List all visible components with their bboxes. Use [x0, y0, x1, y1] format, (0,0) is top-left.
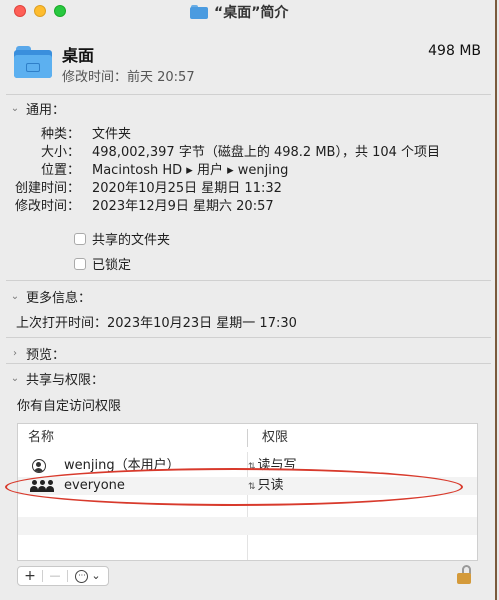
- checkbox-label: 共享的文件夹: [92, 233, 171, 248]
- zoom-button[interactable]: [54, 5, 66, 17]
- section-preview[interactable]: › 预览：: [10, 344, 65, 363]
- section-sharing-title: 共享与权限：: [26, 373, 105, 388]
- checkbox-box[interactable]: [74, 257, 86, 270]
- item-modified: 修改时间：前天 20:57: [62, 70, 195, 85]
- chevron-down-icon: ⌄: [10, 373, 20, 384]
- folder-icon: [190, 5, 208, 19]
- item-name: 桌面: [62, 46, 95, 65]
- section-preview-title: 预览：: [26, 348, 66, 363]
- info-row-kind: 种类： 文件夹: [0, 123, 497, 142]
- add-button[interactable]: +: [18, 567, 42, 585]
- info-label: 大小：: [40, 145, 80, 160]
- chevron-down-icon: ⌄: [10, 103, 20, 114]
- highlight-ellipse: [5, 468, 463, 506]
- info-label: 位置：: [40, 163, 80, 178]
- info-row-created: 创建时间： 2020年10月25日 星期日 11:32: [0, 177, 497, 196]
- column-separator: [247, 429, 248, 447]
- info-row-size: 大小： 498,002,397 字节（磁盘上的 498.2 MB），共 104 …: [0, 141, 497, 160]
- info-label: 创建时间：: [14, 181, 80, 196]
- info-value: 文件夹: [92, 127, 132, 142]
- info-header: 桌面 498 MB 修改时间：前天 20:57: [0, 30, 497, 90]
- chevron-right-icon: ›: [13, 348, 17, 359]
- locked-checkbox[interactable]: 已锁定: [74, 254, 131, 273]
- lock-icon[interactable]: [457, 565, 473, 585]
- column-header-name[interactable]: 名称: [28, 424, 54, 452]
- action-menu-button[interactable]: ··· ⌄: [68, 567, 108, 585]
- section-sharing[interactable]: ⌄ 共享与权限：: [10, 369, 104, 388]
- last-opened: 上次打开时间：2023年10月23日 星期一 17:30: [16, 316, 297, 331]
- close-button[interactable]: [14, 5, 26, 17]
- divider: [6, 280, 491, 281]
- window-title: “桌面”简介: [214, 5, 289, 21]
- access-note: 你有自定访问权限: [17, 399, 122, 414]
- section-general[interactable]: ⌄ 通用：: [10, 99, 65, 118]
- info-value: 498,002,397 字节（磁盘上的 498.2 MB），共 104 个项目: [92, 145, 441, 160]
- divider: [6, 337, 491, 338]
- item-size: 498 MB: [428, 43, 481, 59]
- divider: [6, 94, 491, 95]
- remove-button[interactable]: —: [43, 567, 67, 585]
- titlebar: “桌面”简介: [0, 0, 497, 24]
- checkbox-label: 已锁定: [92, 258, 132, 273]
- shared-folder-checkbox[interactable]: 共享的文件夹: [74, 229, 170, 248]
- info-value: 2020年10月25日 星期日 11:32: [92, 181, 282, 196]
- chevron-down-icon: ⌄: [10, 291, 20, 302]
- user-icon: [32, 459, 46, 473]
- divider: [6, 363, 491, 364]
- table-row-empty: [18, 517, 477, 535]
- minimize-button[interactable]: [34, 5, 46, 17]
- info-label: 修改时间：: [14, 199, 80, 214]
- info-value: Macintosh HD ▸ 用户 ▸ wenjing: [92, 163, 289, 178]
- table-row-empty: [18, 537, 477, 555]
- column-header-permission[interactable]: 权限: [262, 424, 288, 452]
- section-more-info-title: 更多信息：: [26, 291, 92, 306]
- section-more-info[interactable]: ⌄ 更多信息：: [10, 287, 91, 306]
- info-row-where: 位置： Macintosh HD ▸ 用户 ▸ wenjing: [0, 159, 497, 178]
- ellipsis-icon: ···: [75, 569, 89, 583]
- desktop-folder-icon: [14, 46, 52, 78]
- chevron-down-icon: ⌄: [91, 569, 101, 582]
- window-title-wrap: “桌面”简介: [190, 2, 288, 22]
- section-general-title: 通用：: [26, 103, 66, 118]
- info-row-modified: 修改时间： 2023年12月9日 星期六 20:57: [0, 195, 497, 214]
- checkbox-box[interactable]: [74, 232, 86, 245]
- info-label: 种类：: [40, 127, 80, 142]
- info-window: “桌面”简介 桌面 498 MB 修改时间：前天 20:57 ⌄ 通用： 种类：…: [0, 0, 497, 600]
- info-value: 2023年12月9日 星期六 20:57: [92, 199, 274, 214]
- permissions-toolbar: + — ··· ⌄: [17, 566, 109, 586]
